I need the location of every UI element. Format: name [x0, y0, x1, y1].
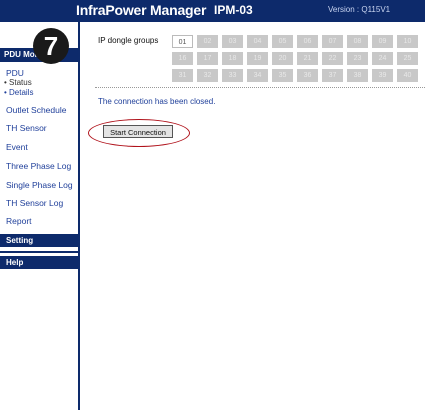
- sidebar-item-status[interactable]: • Status: [4, 78, 32, 87]
- group-cell[interactable]: 07: [322, 35, 343, 48]
- group-cell[interactable]: 31: [172, 69, 193, 82]
- header-bar: InfraPower Manager IPM-03 Version : Q115…: [0, 0, 425, 22]
- divider: [95, 87, 425, 89]
- group-cell[interactable]: 04: [247, 35, 268, 48]
- sidebar-item-single-phase-log[interactable]: Single Phase Log: [6, 180, 73, 190]
- group-cell[interactable]: 38: [347, 69, 368, 82]
- group-cell[interactable]: 32: [197, 69, 218, 82]
- group-cell[interactable]: 36: [297, 69, 318, 82]
- group-cell[interactable]: 06: [297, 35, 318, 48]
- sidebar-item-event[interactable]: Event: [6, 142, 28, 152]
- group-cell[interactable]: 37: [322, 69, 343, 82]
- sidebar-divider: [0, 251, 78, 253]
- group-cell[interactable]: 08: [347, 35, 368, 48]
- group-cell[interactable]: 09: [372, 35, 393, 48]
- sidebar-item-setting[interactable]: Setting: [0, 234, 78, 247]
- group-cell[interactable]: 22: [322, 52, 343, 65]
- app-window: InfraPower Manager IPM-03 Version : Q115…: [0, 0, 425, 410]
- group-cell[interactable]: 10: [397, 35, 418, 48]
- connection-status-message: The connection has been closed.: [98, 97, 216, 106]
- start-connection-button[interactable]: Start Connection: [103, 125, 173, 138]
- ip-dongle-groups-label: IP dongle groups: [98, 36, 159, 45]
- group-cell[interactable]: 17: [197, 52, 218, 65]
- group-cell-selected[interactable]: 01: [172, 35, 193, 48]
- group-cell[interactable]: 16: [172, 52, 193, 65]
- step-number-badge: 7: [33, 28, 69, 64]
- group-cell[interactable]: 39: [372, 69, 393, 82]
- sidebar-item-th-sensor-log[interactable]: TH Sensor Log: [6, 198, 63, 208]
- group-cell[interactable]: 05: [272, 35, 293, 48]
- group-cell[interactable]: 40: [397, 69, 418, 82]
- group-cell[interactable]: 33: [222, 69, 243, 82]
- group-cell[interactable]: 21: [297, 52, 318, 65]
- group-cell[interactable]: 03: [222, 35, 243, 48]
- sidebar-item-help[interactable]: Help: [0, 256, 78, 269]
- sidebar-item-report[interactable]: Report: [6, 216, 32, 226]
- sidebar-item-th-sensor[interactable]: TH Sensor: [6, 123, 47, 133]
- group-cell[interactable]: 19: [247, 52, 268, 65]
- sidebar-item-pdu[interactable]: PDU: [6, 68, 24, 78]
- group-cell[interactable]: 35: [272, 69, 293, 82]
- device-name: IPM-03: [214, 3, 253, 17]
- group-cell[interactable]: 25: [397, 52, 418, 65]
- version-label: Version : Q115V1: [328, 5, 391, 14]
- app-title: InfraPower Manager: [76, 2, 207, 18]
- group-cell[interactable]: 23: [347, 52, 368, 65]
- group-cell[interactable]: 34: [247, 69, 268, 82]
- group-cell[interactable]: 20: [272, 52, 293, 65]
- sidebar: PDU Mon PDU • Status • Details Outlet Sc…: [0, 22, 80, 410]
- sidebar-item-outlet-schedule[interactable]: Outlet Schedule: [6, 105, 66, 115]
- sidebar-item-details[interactable]: • Details: [4, 88, 33, 97]
- sidebar-item-three-phase-log[interactable]: Three Phase Log: [6, 161, 71, 171]
- group-cell[interactable]: 18: [222, 52, 243, 65]
- group-cell[interactable]: 24: [372, 52, 393, 65]
- group-cell[interactable]: 02: [197, 35, 218, 48]
